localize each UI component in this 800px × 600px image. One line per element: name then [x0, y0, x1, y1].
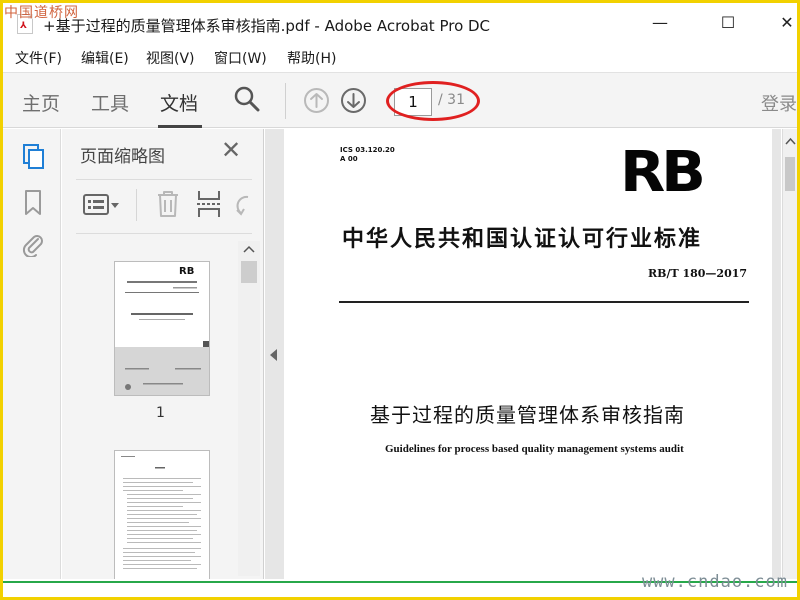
svg-text:RB: RB	[179, 266, 194, 277]
thumbnails-panel: 页面缩略图 ✕ RB 1	[62, 129, 264, 579]
tab-document[interactable]: 文档	[160, 89, 198, 116]
pdf-page: ICS 03.120.20 A 00 RB 中华人民共和国认证认可行业标准 RB…	[284, 129, 772, 579]
tab-tools[interactable]: 工具	[91, 89, 129, 116]
rotate-icon[interactable]	[232, 191, 252, 219]
delete-page-icon[interactable]	[154, 189, 182, 219]
panel-title: 页面缩略图	[80, 147, 165, 167]
page-up-button[interactable]	[304, 88, 329, 113]
thumbnails-scrollbar[interactable]	[238, 241, 260, 576]
watermark-bottom-right: www.cndao.com	[641, 572, 788, 592]
menu-file[interactable]: 文件(F)	[15, 48, 62, 68]
page-thumbnail-2[interactable]	[114, 450, 210, 579]
bookmark-icon[interactable]	[22, 189, 44, 217]
menu-edit[interactable]: 编辑(E)	[81, 48, 129, 68]
thumbnail-preview: RB	[115, 262, 209, 395]
search-icon[interactable]	[233, 85, 261, 113]
page-thumbnail-1[interactable]: RB	[114, 261, 210, 396]
standard-title: 中华人民共和国认证认可行业标准	[342, 226, 703, 252]
page-up-icon	[310, 93, 323, 108]
panel-divider	[76, 233, 252, 234]
collapse-panel-icon[interactable]	[270, 349, 277, 361]
page-down-icon	[347, 93, 360, 108]
maximize-button[interactable]: ☐	[716, 11, 740, 35]
watermark-top-left: 中国道桥网	[4, 5, 79, 21]
thumbnail-options-icon[interactable]	[82, 192, 122, 218]
scroll-up-arrow-icon[interactable]	[785, 137, 796, 145]
document-title: 基于过程的质量管理体系审核指南	[370, 403, 685, 427]
rb-logo: RB	[620, 140, 706, 205]
navigation-rail	[3, 129, 61, 579]
ics-code: ICS 03.120.20 A 00	[340, 146, 395, 163]
panel-divider	[76, 179, 252, 180]
menu-bar: 文件(F) 编辑(E) 视图(V) 窗口(W) 帮助(H)	[3, 44, 797, 70]
highlight-oval	[386, 81, 480, 121]
active-tab-indicator	[158, 125, 202, 128]
menu-view[interactable]: 视图(V)	[146, 48, 195, 68]
title-rule	[339, 301, 749, 303]
thumbnail-label: 1	[156, 405, 165, 421]
insert-page-icon[interactable]	[195, 189, 223, 219]
toolbar: 主页 工具 文档 1 / 31 登录	[3, 72, 797, 128]
scroll-up-arrow-icon[interactable]	[243, 245, 255, 253]
toolbar-separator	[285, 83, 286, 119]
standard-number: RB/T 180—2017	[648, 267, 748, 280]
document-view: ICS 03.120.20 A 00 RB 中华人民共和国认证认可行业标准 RB…	[265, 129, 781, 579]
tools-separator	[136, 189, 137, 221]
menu-help[interactable]: 帮助(H)	[287, 48, 336, 68]
tab-home[interactable]: 主页	[22, 89, 60, 116]
minimize-button[interactable]: —	[648, 11, 672, 35]
attachment-icon[interactable]	[20, 231, 46, 257]
login-button[interactable]: 登录	[761, 90, 797, 116]
panel-close-button[interactable]: ✕	[218, 137, 244, 163]
window-title: +基于过程的质量管理体系审核指南.pdf - Adobe Acrobat Pro…	[43, 17, 491, 35]
scrollbar-thumb[interactable]	[785, 157, 795, 191]
thumbnail-preview	[115, 451, 209, 579]
page-down-button[interactable]	[341, 88, 366, 113]
close-button[interactable]: ✕	[775, 11, 799, 35]
scrollbar-thumb[interactable]	[241, 261, 257, 283]
title-bar: ⅄ +基于过程的质量管理体系审核指南.pdf - Adobe Acrobat P…	[3, 3, 797, 43]
menu-window[interactable]: 窗口(W)	[214, 48, 267, 68]
page-thumbnails-icon[interactable]	[20, 143, 46, 171]
document-scrollbar[interactable]	[782, 129, 797, 579]
document-subtitle: Guidelines for process based quality man…	[385, 443, 684, 455]
